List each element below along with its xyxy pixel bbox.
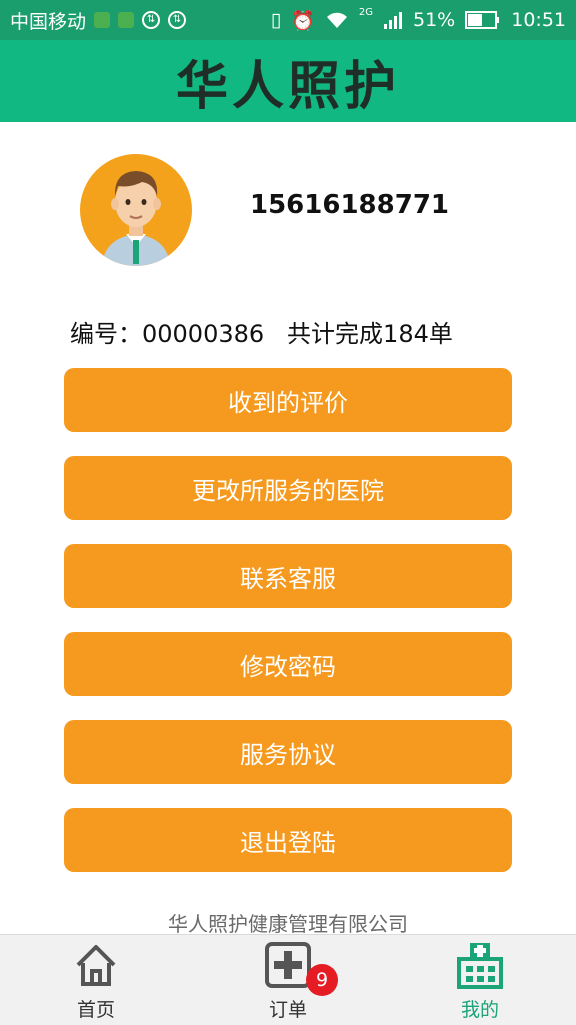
- sim-icon: [94, 12, 111, 28]
- completed-count: 共计完成184单: [287, 320, 453, 348]
- carrier-label: 中国移动: [10, 10, 87, 33]
- reviews-button[interactable]: 收到的评价: [64, 368, 512, 432]
- company-name: 华人照护健康管理有限公司: [168, 912, 408, 936]
- alarm-icon: ⏰: [291, 9, 315, 32]
- button-label: 联系客服: [240, 564, 336, 593]
- app-header: 华人照护: [0, 40, 576, 122]
- wifi-icon: [326, 12, 347, 28]
- button-label: 服务协议: [240, 740, 336, 769]
- change-hospital-button[interactable]: 更改所服务的医院: [64, 456, 512, 520]
- id-value: 00000386: [142, 320, 265, 348]
- battery-icon: [465, 11, 500, 29]
- network-type: 2G: [358, 6, 373, 18]
- sync-icon: ⇅: [142, 11, 161, 29]
- contact-support-button[interactable]: 联系客服: [64, 544, 512, 608]
- home-icon: [76, 945, 116, 986]
- vibrate-icon: ▯: [270, 9, 282, 31]
- bottom-tab-bar: 首页 订单 我的: [0, 934, 576, 1025]
- service-agreement-button[interactable]: 服务协议: [64, 720, 512, 784]
- tab-orders-label: 订单: [268, 999, 307, 1021]
- clock-time: 10:51: [511, 9, 566, 31]
- user-avatar-icon: [102, 171, 170, 266]
- signal-icon: [384, 12, 402, 29]
- sim-icon: [118, 12, 135, 28]
- avatar[interactable]: [80, 154, 192, 266]
- tab-home-label: 首页: [76, 999, 115, 1021]
- app-title: 华人照护: [175, 56, 400, 117]
- tab-mine[interactable]: 我的: [420, 935, 540, 1025]
- button-label: 更改所服务的医院: [192, 476, 384, 505]
- phone-number: 15616188771: [250, 190, 449, 220]
- button-label: 收到的评价: [228, 388, 348, 417]
- tab-home[interactable]: 首页: [36, 935, 156, 1025]
- battery-percent: 51%: [413, 9, 456, 31]
- id-label: 编号：: [70, 320, 142, 348]
- profile-info: 编号：00000386 共计完成184单: [70, 314, 453, 349]
- sync-icon: ⇅: [168, 11, 187, 29]
- hospital-icon: [457, 943, 503, 989]
- orders-badge: 9: [306, 964, 338, 996]
- logout-button[interactable]: 退出登陆: [64, 808, 512, 872]
- status-bar: 中国移动 ⇅ ⇅ ▯ ⏰ 2G 51% 10:51: [0, 0, 576, 40]
- change-password-button[interactable]: 修改密码: [64, 632, 512, 696]
- button-label: 修改密码: [240, 652, 336, 681]
- add-order-icon: [265, 942, 311, 988]
- button-label: 退出登陆: [240, 828, 336, 857]
- tab-mine-label: 我的: [460, 999, 499, 1021]
